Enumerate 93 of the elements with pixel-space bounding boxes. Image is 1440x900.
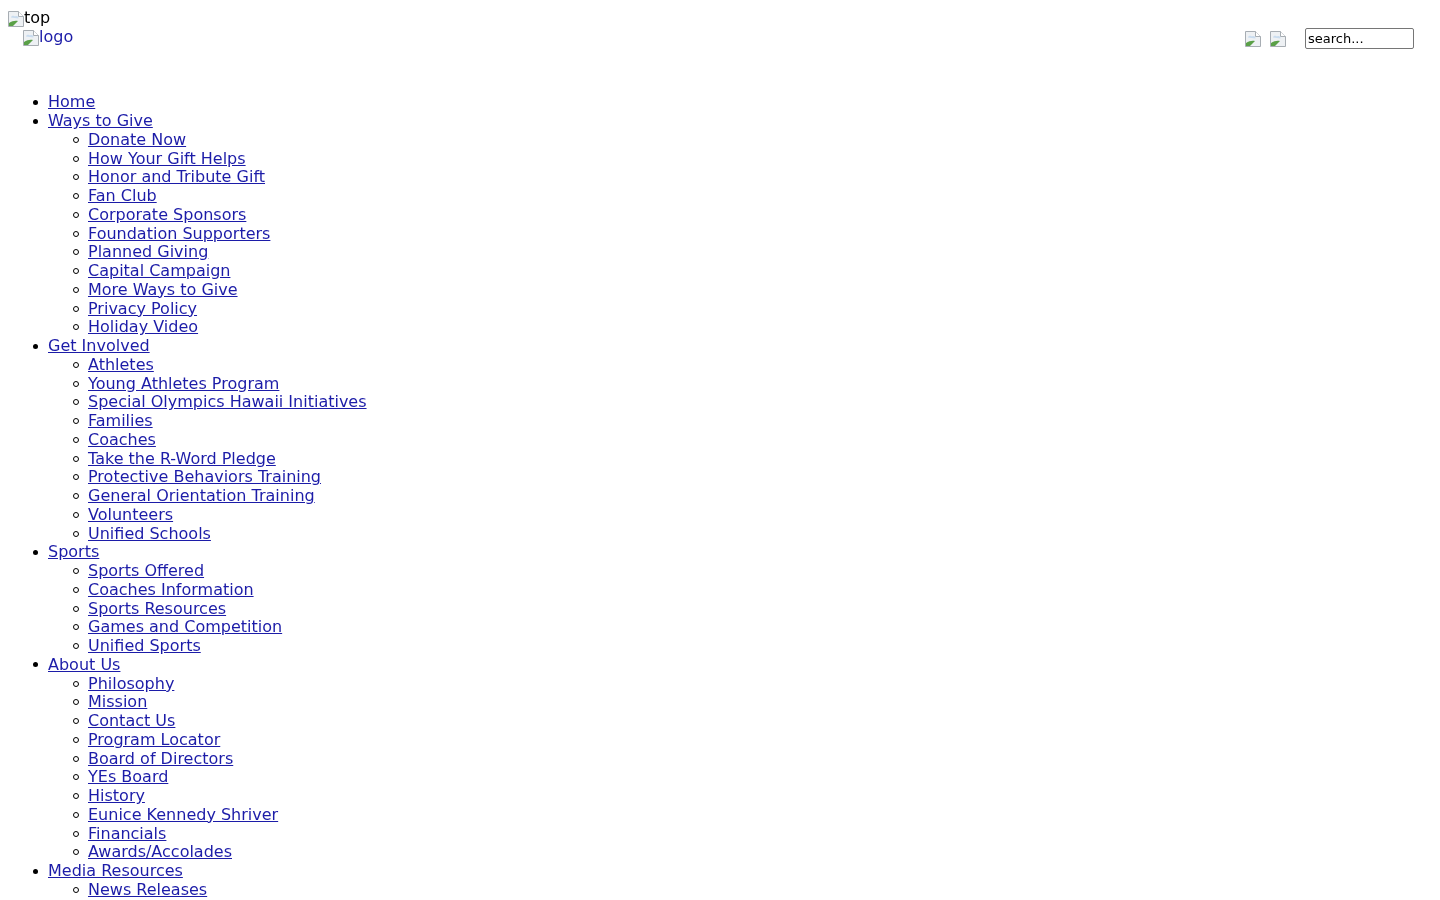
bullet-ring-icon	[73, 830, 79, 837]
bullet-ring-icon	[73, 680, 79, 687]
nav-link[interactable]: Holiday Video	[88, 318, 199, 337]
bullet-ring-icon	[73, 286, 79, 293]
bullet-ring-icon	[73, 474, 79, 481]
nav-link[interactable]: Privacy Policy	[88, 299, 198, 318]
bullet-ring-icon	[73, 774, 79, 781]
bullet-ring-icon	[73, 174, 79, 181]
nav-link[interactable]: Coaches Information	[88, 580, 254, 599]
broken-image-icon	[23, 30, 39, 46]
nav-link[interactable]: Honor and Tribute Gift	[88, 168, 265, 187]
bullet-ring-icon	[73, 849, 79, 856]
bullet-ring-icon	[73, 418, 79, 425]
nav-link[interactable]: Home	[48, 93, 96, 112]
nav-link[interactable]: Games and Competition	[88, 618, 283, 637]
nav-link[interactable]: YEs Board	[88, 768, 169, 787]
bullet-ring-icon	[73, 155, 79, 162]
nav-link[interactable]: Protective Behaviors Training	[88, 468, 321, 487]
bullet-ring-icon	[73, 699, 79, 706]
nav-link[interactable]: Eunice Kennedy Shriver	[88, 805, 279, 824]
bullet-ring-icon	[73, 568, 79, 575]
nav-link[interactable]: Young Athletes Program	[88, 374, 280, 393]
nav-link[interactable]: Contact Us	[88, 712, 176, 731]
nav-link[interactable]: Athletes	[88, 355, 154, 374]
nav-link[interactable]: Fan Club	[88, 187, 157, 206]
broken-image-icon	[8, 11, 24, 27]
logo-link[interactable]: logo	[23, 27, 74, 46]
bullet-ring-icon	[73, 736, 79, 743]
nav-link[interactable]: Sports	[48, 543, 100, 562]
nav-link[interactable]: More Ways to Give	[88, 280, 238, 299]
nav-link[interactable]: Sports Resources	[88, 599, 227, 618]
nav-link[interactable]: News Releases	[88, 880, 208, 899]
bullet-ring-icon	[73, 886, 79, 893]
nav-link[interactable]: Donate Now	[88, 130, 187, 149]
bullet-dot-icon	[33, 868, 38, 874]
bullet-ring-icon	[73, 305, 79, 312]
bullet-ring-icon	[73, 399, 79, 406]
nav-link[interactable]: Corporate Sponsors	[88, 205, 247, 224]
nav-link[interactable]: Get Involved	[48, 337, 150, 356]
nav-link[interactable]: Foundation Supporters	[88, 224, 271, 243]
nav-link[interactable]: History	[88, 787, 145, 806]
nav-link[interactable]: Unified Sports	[88, 637, 201, 656]
broken-image-icon[interactable]	[1245, 30, 1261, 47]
bullet-ring-icon	[73, 511, 79, 518]
nav-link[interactable]: Planned Giving	[88, 243, 209, 262]
bullet-ring-icon	[73, 211, 79, 218]
nav-link[interactable]: Ways to Give	[48, 112, 153, 131]
bullet-ring-icon	[73, 605, 79, 612]
bullet-ring-icon	[73, 193, 79, 200]
bullet-dot-icon	[33, 343, 38, 349]
nav-link[interactable]: Families	[88, 412, 153, 431]
nav-link[interactable]: Coaches	[88, 430, 156, 449]
bullet-ring-icon	[73, 793, 79, 800]
bullet-dot-icon	[33, 118, 38, 124]
bullet-ring-icon	[73, 755, 79, 762]
nav-link[interactable]: Philosophy	[88, 674, 175, 693]
bullet-ring-icon	[73, 493, 79, 500]
nav-link[interactable]: Capital Campaign	[88, 262, 231, 281]
bullet-ring-icon	[73, 268, 79, 275]
bullet-ring-icon	[73, 324, 79, 331]
bullet-dot-icon	[33, 662, 38, 668]
bullet-ring-icon	[73, 586, 79, 593]
bullet-ring-icon	[73, 643, 79, 650]
bullet-ring-icon	[73, 249, 79, 256]
nav-link[interactable]: Special Olympics Hawaii Initiatives	[88, 393, 367, 412]
bullet-dot-icon	[33, 549, 38, 555]
image-alt-text: top	[24, 9, 51, 27]
nav-link[interactable]: About Us	[48, 655, 121, 674]
nav-link[interactable]: Board of Directors	[88, 749, 234, 768]
nav-link[interactable]: Program Locator	[88, 730, 221, 749]
bullet-ring-icon	[73, 136, 79, 143]
nav-link[interactable]: Mission	[88, 693, 148, 712]
nav-link[interactable]: Sports Offered	[88, 562, 205, 581]
bullet-ring-icon	[73, 361, 79, 368]
bullet-ring-icon	[73, 380, 79, 387]
nav-link[interactable]: Take the R-Word Pledge	[88, 449, 276, 468]
bullet-ring-icon	[73, 624, 79, 631]
bullet-ring-icon	[73, 436, 79, 443]
broken-image-icon[interactable]	[1270, 30, 1286, 47]
nav-link[interactable]: Media Resources	[48, 862, 183, 881]
bullet-ring-icon	[73, 811, 79, 818]
search-field[interactable]: search...	[1305, 28, 1414, 49]
nav-link[interactable]: How Your Gift Helps	[88, 149, 246, 168]
bullet-ring-icon	[73, 530, 79, 537]
nav-link[interactable]: Unified Schools	[88, 524, 211, 543]
bullet-ring-icon	[73, 230, 79, 237]
nav-link[interactable]: General Orientation Training	[88, 487, 315, 506]
nav-link[interactable]: Awards/Accolades	[88, 843, 232, 862]
nav-link[interactable]: Financials	[88, 824, 167, 843]
bullet-dot-icon	[33, 99, 38, 105]
bullet-ring-icon	[73, 718, 79, 725]
nav-link[interactable]: Volunteers	[88, 505, 174, 524]
bullet-ring-icon	[73, 455, 79, 462]
